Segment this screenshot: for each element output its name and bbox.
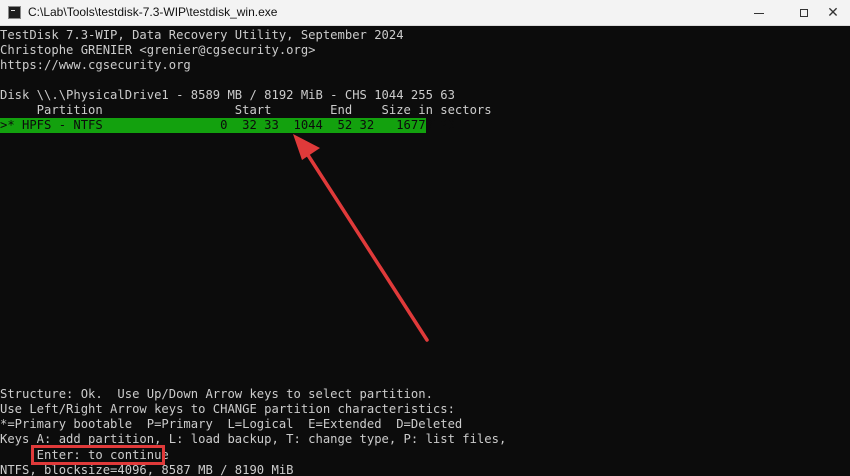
- console-app-icon: [8, 6, 21, 19]
- minimize-icon: [754, 12, 764, 14]
- terminal-output[interactable]: TestDisk 7.3-WIP, Data Recovery Utility,…: [0, 26, 850, 476]
- title-bar[interactable]: C:\Lab\Tools\testdisk-7.3-WIP\testdisk_w…: [0, 0, 850, 26]
- close-button[interactable]: ✕: [816, 0, 850, 26]
- close-icon: ✕: [827, 5, 839, 21]
- maximize-icon: [800, 9, 808, 17]
- minimize-button[interactable]: [736, 0, 782, 26]
- window-title: C:\Lab\Tools\testdisk-7.3-WIP\testdisk_w…: [28, 5, 278, 19]
- terminal-window: C:\Lab\Tools\testdisk-7.3-WIP\testdisk_w…: [0, 0, 850, 476]
- annotation-arrow-icon: [293, 134, 429, 342]
